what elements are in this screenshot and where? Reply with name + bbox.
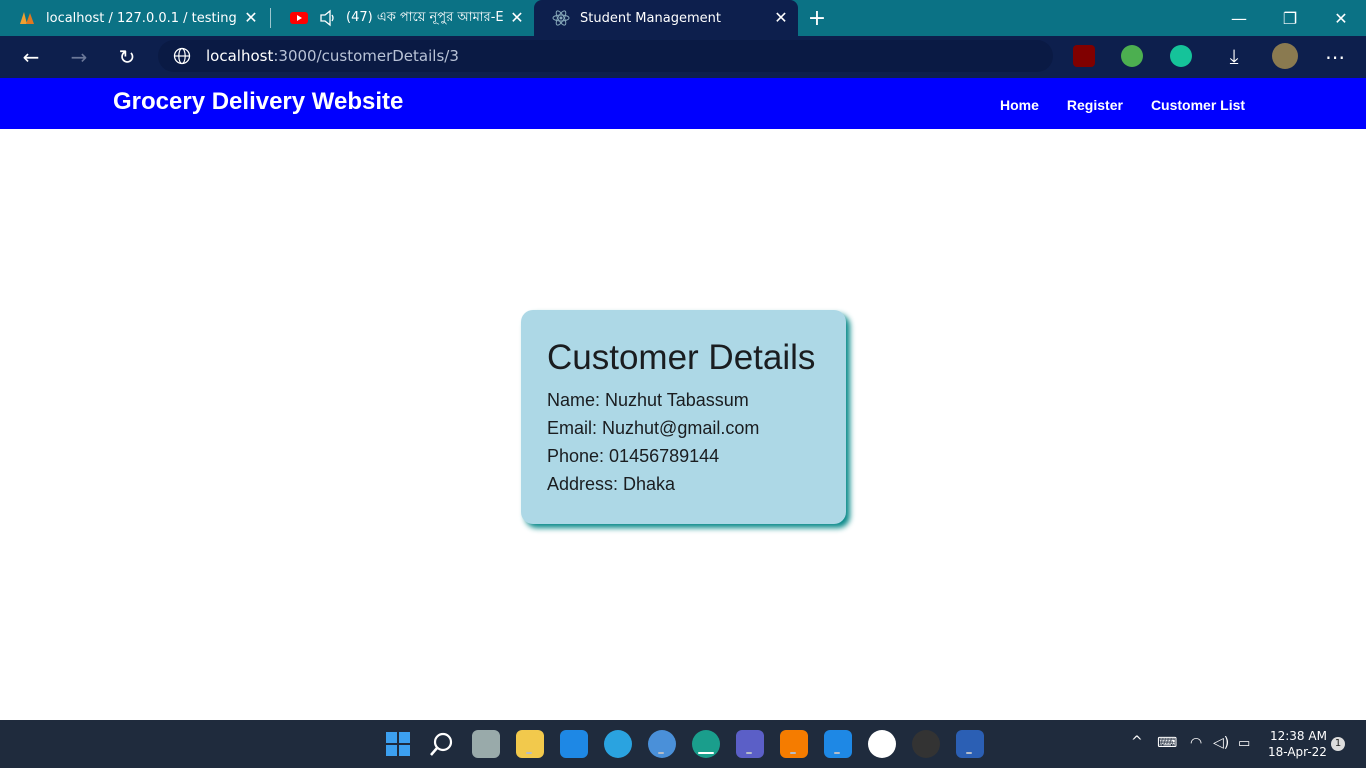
youtube-icon [290, 12, 308, 24]
refresh-button[interactable]: ↻ [112, 42, 142, 72]
download-icon[interactable]: ⤓ [1219, 41, 1249, 71]
battery-icon[interactable]: ▭ [1238, 736, 1250, 751]
nav-customer-list-link[interactable]: Customer List [1151, 97, 1245, 113]
edge-icon[interactable] [692, 730, 720, 758]
customer-name: Name: Nuzhut Tabassum [547, 390, 749, 410]
minimize-button[interactable]: — [1214, 0, 1264, 36]
close-tab-icon[interactable]: ✕ [242, 9, 260, 27]
tab-strip: localhost / 127.0.0.1 / testing / c ✕ (4… [0, 0, 1366, 36]
grammarly-icon[interactable] [1170, 45, 1192, 67]
avatar[interactable] [1272, 43, 1298, 69]
search-icon[interactable] [428, 730, 456, 758]
clock-date: 18-Apr-22 [1268, 745, 1327, 759]
volume-icon[interactable]: ◁) [1213, 735, 1229, 751]
close-tab-icon[interactable]: ✕ [508, 9, 526, 27]
browser-toolbar: ← → ↻ localhost:3000/customerDetails/3 ⤓… [0, 36, 1366, 78]
tab-youtube[interactable]: (47) এক পায়ে নূপুর আমার-E ✕ [272, 0, 534, 36]
xampp-icon[interactable] [780, 730, 808, 758]
phpmyadmin-icon [20, 12, 34, 24]
restore-button[interactable]: ❐ [1265, 0, 1315, 36]
close-tab-icon[interactable]: ✕ [772, 9, 790, 27]
nav-register-link[interactable]: Register [1067, 97, 1123, 113]
telegram-icon[interactable] [604, 730, 632, 758]
globe-icon [173, 47, 191, 65]
card-title: Customer Details [547, 338, 816, 377]
teams-icon[interactable] [736, 730, 764, 758]
forward-button[interactable]: → [64, 42, 94, 72]
tab-phpmyadmin[interactable]: localhost / 127.0.0.1 / testing / c ✕ [0, 0, 268, 36]
site-navbar: Grocery Delivery Website Home Register C… [0, 78, 1366, 129]
taskbar: ^ ⌨ ◠ ◁) ▭ 12:38 AM 18-Apr-22 1 [0, 720, 1366, 768]
new-tab-button[interactable]: + [800, 0, 834, 36]
customer-details-card: Customer Details Name: Nuzhut Tabassum E… [521, 310, 846, 524]
file-explorer-icon[interactable] [516, 730, 544, 758]
clock-time: 12:38 AM [1269, 729, 1327, 743]
more-menu-icon[interactable]: ⋯ [1320, 42, 1350, 72]
nav-links: Home Register Customer List [986, 97, 1259, 113]
qbittorrent-icon[interactable] [648, 730, 676, 758]
mail-icon[interactable] [560, 730, 588, 758]
word-icon[interactable] [956, 730, 984, 758]
task-view-icon[interactable] [472, 730, 500, 758]
customer-phone: Phone: 01456789144 [547, 446, 720, 466]
address-bar[interactable]: localhost:3000/customerDetails/3 [158, 40, 1053, 72]
site-brand[interactable]: Grocery Delivery Website [113, 88, 403, 116]
wifi-icon[interactable]: ◠ [1190, 735, 1202, 751]
extension-icon[interactable] [1121, 45, 1143, 67]
back-button[interactable]: ← [16, 42, 46, 72]
ublock-icon[interactable] [1073, 45, 1095, 67]
react-icon [552, 10, 570, 26]
customer-address: Address: Dhaka [547, 474, 676, 494]
app-icon[interactable] [868, 730, 896, 758]
start-icon[interactable] [384, 730, 412, 758]
customer-email: Email: Nuzhut@gmail.com [547, 418, 760, 438]
keyboard-icon[interactable]: ⌨ [1157, 735, 1177, 751]
obs-icon[interactable] [912, 730, 940, 758]
speaker-icon[interactable] [318, 9, 338, 27]
notification-badge[interactable]: 1 [1331, 737, 1345, 751]
close-window-button[interactable]: ✕ [1316, 0, 1366, 36]
vscode-icon[interactable] [824, 730, 852, 758]
nav-home-link[interactable]: Home [1000, 97, 1039, 113]
tray-chevron-icon[interactable]: ^ [1131, 734, 1143, 750]
clock[interactable]: 12:38 AM 18-Apr-22 [1268, 728, 1327, 760]
tab-student-management[interactable]: Student Management ✕ [534, 0, 798, 36]
